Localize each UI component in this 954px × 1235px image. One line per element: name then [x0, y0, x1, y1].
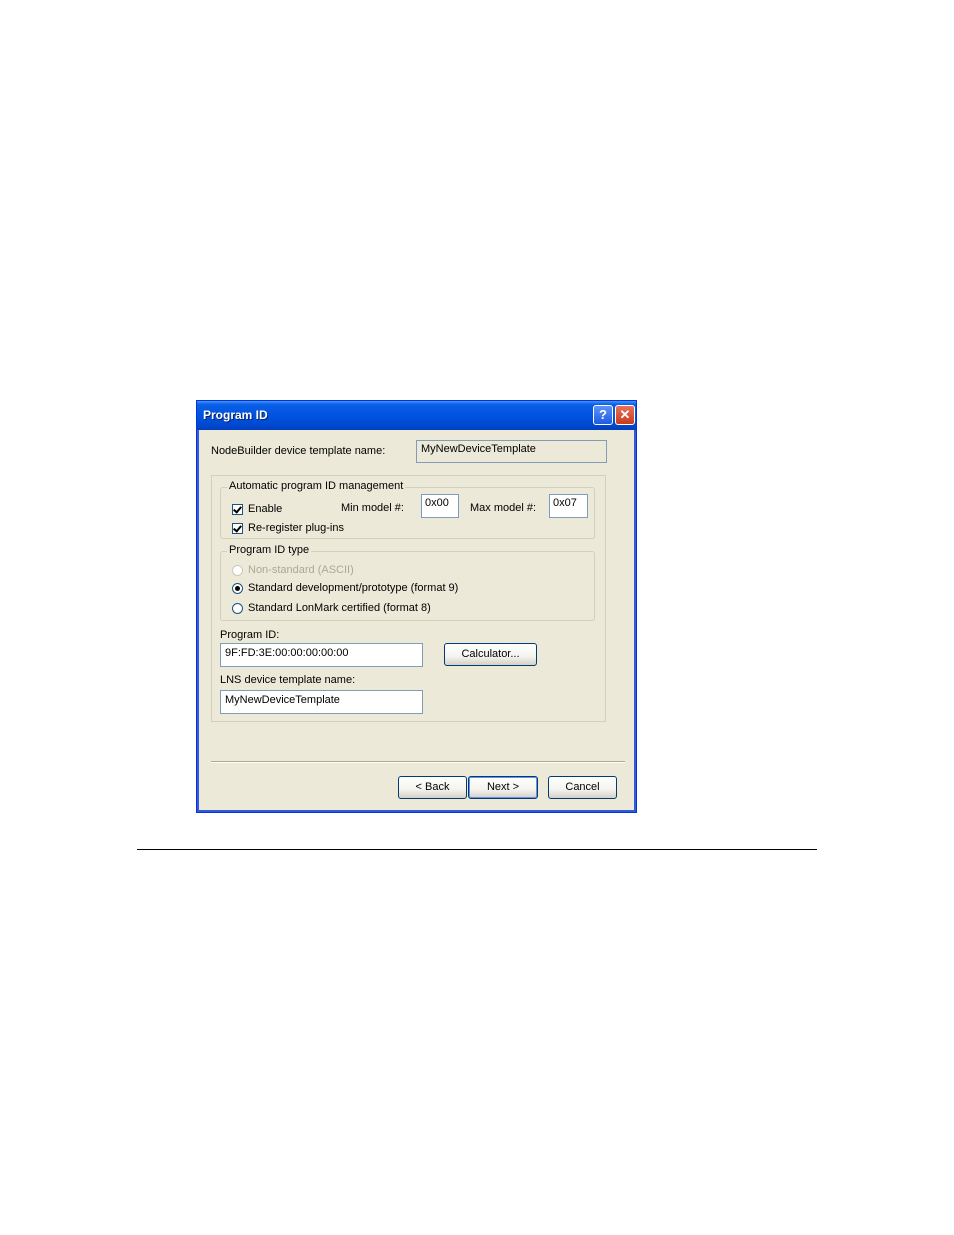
- title-bar[interactable]: Program ID ? ✕: [197, 401, 636, 430]
- program-id-label: Program ID:: [220, 629, 280, 641]
- max-model-input[interactable]: 0x07: [549, 494, 588, 518]
- help-icon[interactable]: ?: [593, 405, 613, 425]
- nodebuilder-template-field: MyNewDeviceTemplate: [416, 440, 607, 463]
- min-model-label: Min model #:: [341, 502, 404, 514]
- enable-label: Enable: [248, 503, 283, 515]
- lns-template-input[interactable]: MyNewDeviceTemplate: [220, 690, 423, 714]
- button-separator: [211, 761, 625, 763]
- program-id-input[interactable]: 9F:FD:3E:00:00:00:00:00: [220, 643, 423, 667]
- enable-checkbox[interactable]: [232, 504, 243, 515]
- radio-standard-development-label: Standard development/prototype (format 9…: [248, 582, 459, 594]
- close-icon[interactable]: ✕: [615, 405, 635, 425]
- auto-program-id-group-title: Automatic program ID management: [227, 480, 406, 492]
- radio-non-standard-label: Non-standard (ASCII): [248, 564, 354, 576]
- next-button[interactable]: Next >: [468, 776, 538, 799]
- lns-template-label: LNS device template name:: [220, 674, 356, 686]
- page-horizontal-rule: [137, 849, 817, 850]
- reregister-label: Re-register plug-ins: [248, 522, 344, 534]
- back-button[interactable]: < Back: [398, 776, 467, 799]
- radio-non-standard[interactable]: [232, 565, 243, 576]
- min-model-input[interactable]: 0x00: [421, 494, 459, 518]
- dialog-client-area: NodeBuilder device template name: MyNewD…: [200, 430, 633, 810]
- max-model-label: Max model #:: [470, 502, 537, 514]
- program-id-type-group-title: Program ID type: [227, 544, 312, 556]
- cancel-button[interactable]: Cancel: [548, 776, 617, 799]
- dialog-title: Program ID: [203, 408, 268, 422]
- program-id-dialog: Program ID ? ✕ NodeBuilder device templa…: [196, 400, 637, 813]
- radio-lonmark-certified-label: Standard LonMark certified (format 8): [248, 602, 431, 614]
- reregister-checkbox[interactable]: [232, 523, 243, 534]
- radio-standard-development[interactable]: [232, 583, 243, 594]
- nodebuilder-template-label: NodeBuilder device template name:: [211, 445, 386, 457]
- radio-lonmark-certified[interactable]: [232, 603, 243, 614]
- calculator-button[interactable]: Calculator...: [444, 643, 537, 666]
- document-page: Program ID ? ✕ NodeBuilder device templa…: [0, 0, 954, 1235]
